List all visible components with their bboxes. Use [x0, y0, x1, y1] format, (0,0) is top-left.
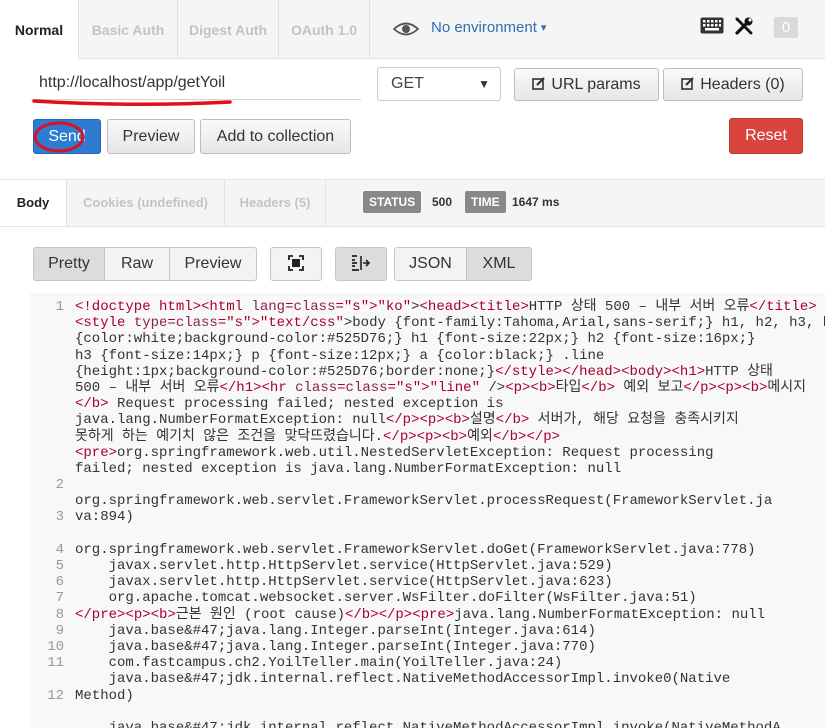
line-number [30, 704, 64, 720]
code-line: org.springframework.web.servlet.Framewor… [75, 493, 773, 510]
line-number [30, 380, 64, 396]
tab-digest-auth[interactable]: Digest Auth [178, 0, 279, 58]
format-xml-button[interactable]: XML [466, 247, 532, 281]
chevron-down-icon: ▼ [478, 77, 490, 91]
fullscreen-button[interactable] [270, 247, 322, 281]
edit-icon [532, 77, 546, 90]
response-body-code[interactable]: 1 2 3 4 5 6 7 8 9 10 11 12 <!doctype html><html lan… [30, 293, 825, 728]
headers-label: Headers (0) [700, 76, 785, 93]
code-line: </b> Request processing failed; nested e… [75, 396, 504, 413]
environment-label: No environment [431, 19, 537, 36]
line-number [30, 364, 64, 380]
line-number: 4 [55, 541, 64, 558]
time-value: 1647 ms [512, 195, 560, 209]
preview-button[interactable]: Preview [107, 119, 195, 154]
code-line: javax.servlet.http.HttpServlet.service(H… [75, 574, 613, 591]
line-number: 2 [55, 477, 64, 494]
tab-body[interactable]: Body [0, 180, 67, 226]
code-line: java.lang.NumberFormatException: null</p… [75, 412, 739, 429]
url-input[interactable] [31, 66, 361, 100]
code-line: 못하게 하는 예기치 않은 조건을 맞닥뜨렸습니다.</p><p><b>예외</… [75, 428, 561, 445]
code-line: java.base&#47;jdk.internal.reflect.Nativ… [75, 671, 731, 688]
method-value: GET [391, 75, 424, 92]
line-number [30, 429, 64, 445]
code-line: <pre>org.springframework.web.util.Nested… [75, 444, 714, 461]
keyboard-icon[interactable] [700, 17, 724, 34]
line-number: 11 [47, 655, 64, 672]
code-line: java.base&#47;java.lang.Integer.parseInt… [75, 638, 596, 655]
line-number: 8 [55, 606, 64, 623]
notification-count-badge[interactable]: 0 [774, 17, 798, 38]
code-line: java.base&#47;java.lang.Integer.parseInt… [75, 622, 596, 639]
format-json-button[interactable]: JSON [394, 247, 467, 281]
headers-button[interactable]: Headers (0) [663, 68, 803, 101]
environment-select[interactable]: No environment ▾ [431, 19, 546, 36]
time-label: TIME [465, 191, 506, 213]
tab-normal[interactable]: Normal [0, 0, 79, 59]
line-number: 9 [55, 622, 64, 639]
add-to-collection-button[interactable]: Add to collection [200, 119, 351, 154]
code-line: <!doctype html><html lang=class="s">"ko"… [75, 299, 817, 315]
tab-response-headers[interactable]: Headers (5) [225, 180, 326, 226]
line-number [30, 315, 64, 331]
code-line: va:894) [75, 509, 134, 526]
line-number [30, 493, 64, 509]
method-select[interactable]: GET ▼ [377, 67, 501, 101]
code-line: h3 {font-size:14px;} p {font-size:12px;}… [75, 347, 605, 364]
line-number-gutter: 1 2 3 4 5 6 7 8 9 10 11 12 [30, 299, 64, 720]
code-text: <!doctype html><html lang=class="s">"ko"… [75, 299, 825, 728]
code-line: com.fastcampus.ch2.YoilTeller.main(YoilT… [75, 655, 563, 672]
line-number [30, 348, 64, 364]
chevron-down-icon: ▾ [540, 22, 547, 34]
line-number: 6 [55, 574, 64, 591]
view-pretty-button[interactable]: Pretty [33, 247, 105, 281]
tab-basic-auth[interactable]: Basic Auth [79, 0, 178, 58]
auth-tab-bar: Normal Basic Auth Digest Auth OAuth 1.0 … [0, 0, 825, 59]
line-number [30, 461, 64, 477]
view-preview-button[interactable]: Preview [169, 247, 257, 281]
wrap-text-icon [352, 255, 371, 271]
view-raw-button[interactable]: Raw [104, 247, 170, 281]
url-params-label: URL params [551, 76, 641, 93]
line-number [30, 671, 64, 687]
line-number: 1 [55, 299, 64, 315]
tab-oauth[interactable]: OAuth 1.0 [279, 0, 370, 58]
reset-button[interactable]: Reset [729, 118, 803, 154]
code-line: javax.servlet.http.HttpServlet.service(H… [75, 558, 613, 574]
line-number [30, 445, 64, 461]
line-number: 3 [55, 509, 64, 526]
send-button[interactable]: Send [33, 119, 101, 154]
code-line: java.base&#47;jdk.internal.reflect.Nativ… [75, 719, 781, 728]
code-line: {color:white;background-color:#525D76;} … [75, 331, 756, 348]
line-number [30, 331, 64, 347]
red-underline-annotation [32, 99, 232, 107]
status-value: 500 [432, 195, 453, 209]
wrap-lines-button[interactable] [335, 247, 387, 281]
status-label: STATUS [363, 191, 422, 213]
code-line: org.apache.tomcat.websocket.server.WsFil… [75, 590, 697, 607]
code-line: 500 – 내부 서버 오류</h1><hr class=class="s">"… [75, 379, 807, 396]
line-number [30, 526, 64, 542]
code-line: </pre><p><b>근본 원인 (root cause)</b></p><p… [75, 606, 766, 623]
edit-icon [681, 77, 695, 90]
line-number: 5 [55, 558, 64, 574]
code-line: <style type=class="s">"text/css">body {f… [75, 315, 825, 332]
line-number [30, 412, 64, 428]
code-line: Method) [75, 687, 134, 704]
wrench-screwdriver-icon[interactable] [734, 16, 754, 36]
code-line: {height:1px;background-color:#525D76;bor… [75, 363, 773, 380]
line-number: 7 [55, 590, 64, 607]
url-params-button[interactable]: URL params [514, 68, 659, 101]
eye-icon [393, 22, 419, 36]
line-number: 12 [47, 687, 64, 704]
line-number [30, 396, 64, 412]
code-line: org.springframework.web.servlet.Framewor… [75, 541, 756, 558]
line-number: 10 [47, 638, 64, 655]
tab-cookies[interactable]: Cookies (undefined) [67, 180, 225, 226]
code-line: failed; nested exception is java.lang.Nu… [75, 460, 622, 477]
expand-icon [288, 255, 304, 271]
